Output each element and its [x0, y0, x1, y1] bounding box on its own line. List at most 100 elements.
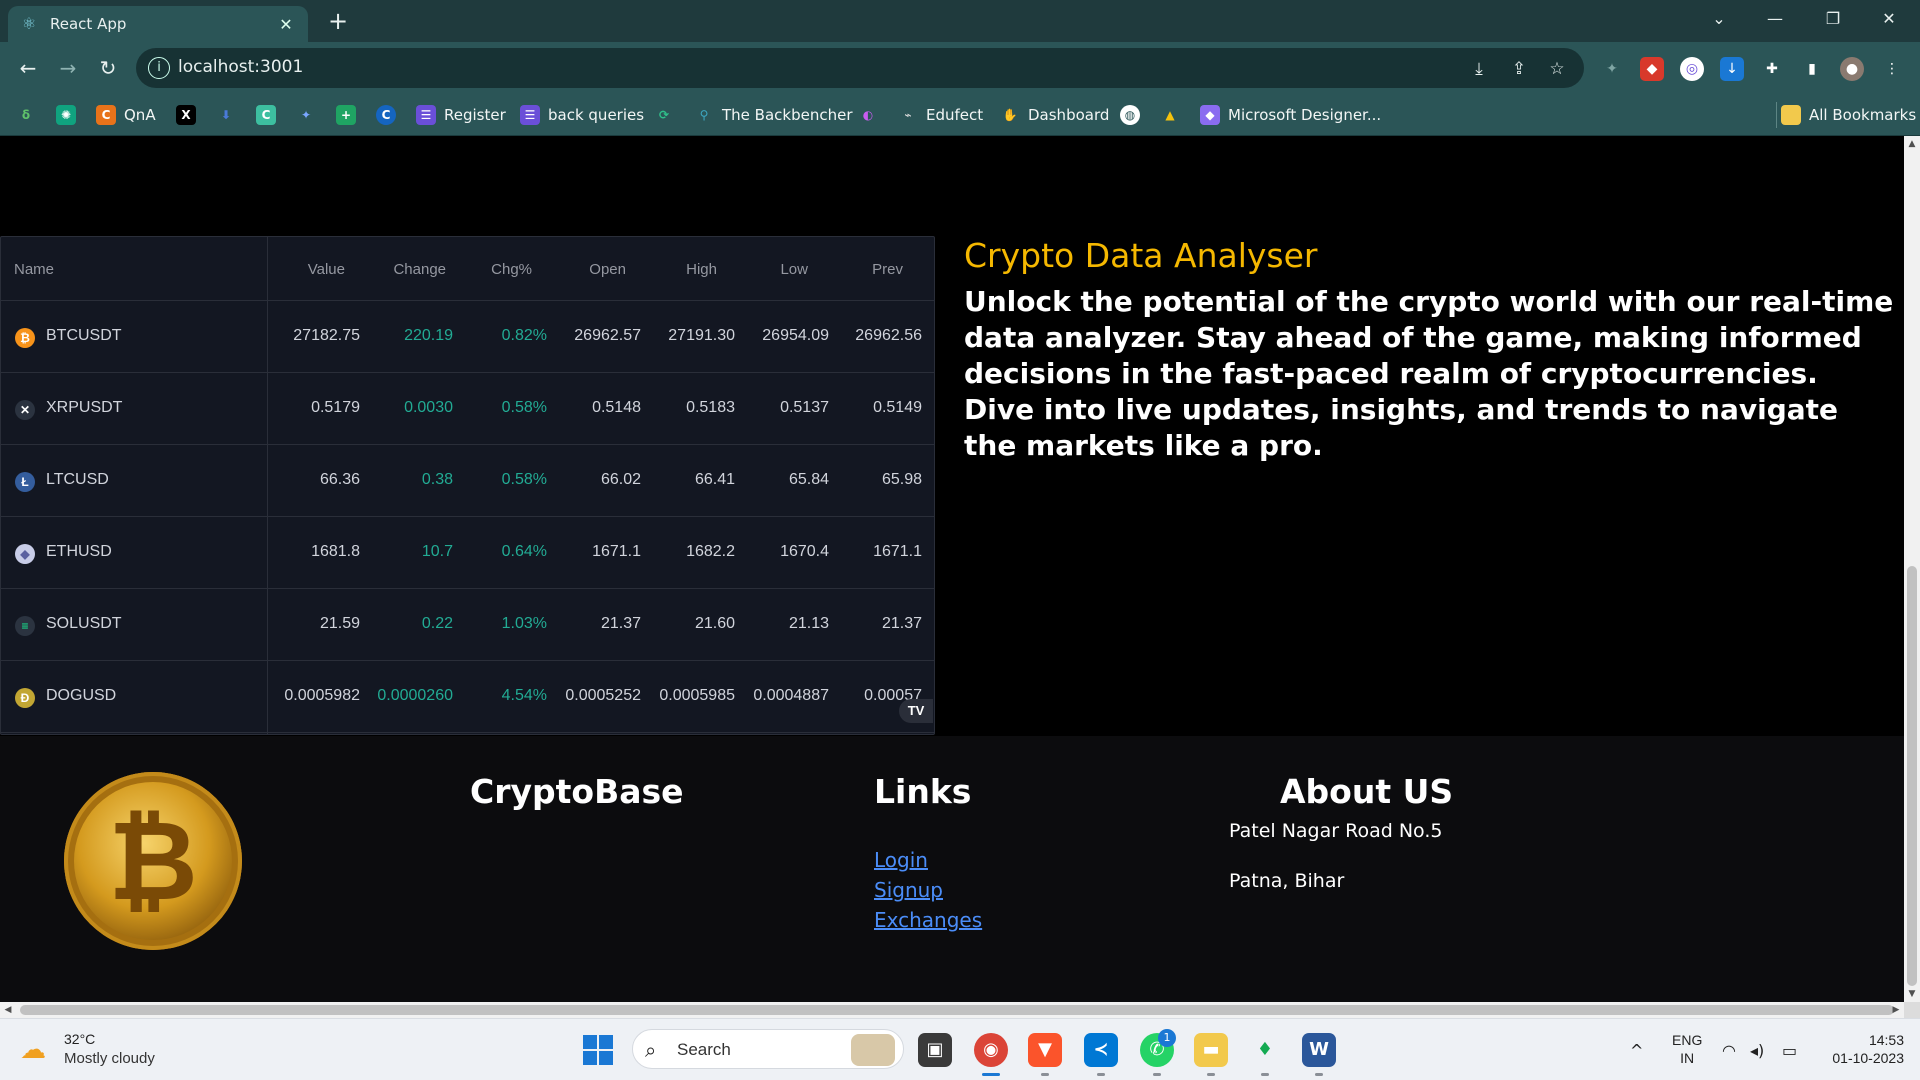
hand-icon: ✋ — [1002, 108, 1018, 122]
weather-temperature[interactable]: 32°C — [64, 1031, 95, 1047]
scroll-left-icon[interactable]: ◀ — [0, 1002, 16, 1018]
arrow-down-icon: ⬇ — [220, 108, 232, 122]
bookmark-icon-only[interactable]: ⬇ — [216, 102, 236, 128]
table-row[interactable]: ✕ XRPUSDT 0.5179 0.0030 0.58% 0.5148 0.5… — [1, 373, 934, 445]
forward-icon[interactable]: → — [52, 52, 84, 84]
bookmark-qna[interactable]: C QnA — [96, 102, 156, 128]
restore-icon[interactable]: ❐ — [1806, 0, 1860, 40]
signup-link[interactable]: Signup — [874, 878, 943, 902]
mongodb-icon[interactable]: ♦ — [1248, 1033, 1282, 1067]
extensions-icon[interactable]: ✚ — [1760, 57, 1784, 81]
footer-about-heading: About US — [1280, 772, 1454, 811]
install-app-icon[interactable]: ⤓ — [1468, 58, 1490, 80]
symbol[interactable]: XRPUSDT — [46, 399, 122, 417]
url-text[interactable]: localhost:3001 — [178, 57, 303, 77]
tab-close-icon[interactable]: ✕ — [276, 15, 296, 34]
bookmark-icon-only[interactable]: + — [336, 102, 356, 128]
bookmark-register[interactable]: ☰ Register — [416, 102, 506, 128]
menu-kebab-icon[interactable]: ⋮ — [1880, 57, 1904, 81]
vertical-scroll-thumb[interactable] — [1907, 566, 1917, 986]
bookmark-icon-only[interactable]: ◐ — [858, 102, 878, 128]
symbol[interactable]: DOGUSD — [46, 687, 116, 705]
bookmark-icon-only[interactable]: ⟳ — [654, 102, 674, 128]
reload-icon[interactable]: ↻ — [92, 52, 124, 84]
extension-download-icon[interactable]: ↓ — [1720, 57, 1744, 81]
vertical-scrollbar[interactable]: ▲ ▼ — [1904, 136, 1920, 1002]
address-bar[interactable]: i localhost:3001 ⤓ ⇪ ☆ — [136, 48, 1584, 88]
word-icon[interactable]: W — [1302, 1033, 1336, 1067]
side-panel-icon[interactable]: ▮ — [1800, 57, 1824, 81]
extension-red-icon[interactable]: ◆ — [1640, 57, 1664, 81]
bookmark-backbencher[interactable]: ⚲ The Backbencher — [694, 102, 853, 128]
weather-cloud-icon[interactable]: ☁ — [20, 1035, 56, 1065]
running-indicator — [1261, 1073, 1269, 1076]
form-icon: ☰ — [416, 105, 436, 125]
language-indicator[interactable]: ENG IN — [1672, 1031, 1702, 1067]
task-view-icon[interactable]: ▣ — [918, 1033, 952, 1067]
show-hidden-icons-chevron-icon[interactable]: ^ — [1630, 1041, 1643, 1060]
column-header-low: Low — [780, 261, 808, 278]
back-icon[interactable]: ← — [12, 52, 44, 84]
bookmark-back-queries[interactable]: ☰ back queries — [520, 102, 644, 128]
bookmark-icon-only[interactable]: C — [256, 102, 276, 128]
table-row[interactable]: ₿ BTCUSDT 27182.75 220.19 0.82% 26962.57… — [1, 301, 934, 373]
change-percent: 0.58% — [501, 471, 547, 488]
bookmark-star-icon[interactable]: ☆ — [1546, 58, 1568, 80]
form-icon: ☰ — [520, 105, 540, 125]
running-indicator — [1153, 1073, 1161, 1076]
all-bookmarks[interactable]: All Bookmarks — [1776, 102, 1916, 128]
taskbar-search[interactable]: ⌕ Search — [632, 1029, 904, 1069]
horizontal-scrollbar[interactable]: ◀ ▶ — [0, 1002, 1904, 1018]
volume-icon[interactable]: ◂) — [1750, 1041, 1764, 1060]
file-explorer-icon[interactable]: ▬ — [1194, 1033, 1228, 1067]
bookmark-dashboard[interactable]: ✋ Dashboard — [1000, 102, 1110, 128]
value: 0.0005982 — [284, 687, 360, 704]
scroll-up-icon[interactable]: ▲ — [1904, 136, 1920, 152]
bookmark-edufect[interactable]: ⌁ Edufect — [898, 102, 983, 128]
low: 0.5137 — [780, 399, 829, 416]
windows-start-icon[interactable] — [583, 1035, 613, 1065]
bookmark-icon-only[interactable]: ✦ — [296, 102, 316, 128]
symbol[interactable]: ETHUSD — [46, 543, 112, 561]
bookmark-icon-only[interactable]: X — [176, 102, 196, 128]
table-row[interactable]: ≡ SOLUSDT 21.59 0.22 1.03% 21.37 21.60 2… — [1, 589, 934, 661]
tab-search-icon[interactable]: ⌄ — [1692, 0, 1746, 40]
profile-avatar[interactable]: ● — [1840, 57, 1864, 81]
symbol[interactable]: SOLUSDT — [46, 615, 122, 633]
table-row[interactable]: Ð DOGUSD 0.0005982 0.0000260 4.54% 0.000… — [1, 661, 934, 733]
wifi-icon[interactable]: ◠ — [1722, 1041, 1736, 1060]
chrome-icon[interactable]: ◉ — [974, 1033, 1008, 1067]
bookmark-icon-only[interactable]: C — [376, 102, 396, 128]
extension-puzzle-icon[interactable]: ✦ — [1600, 57, 1624, 81]
close-window-icon[interactable]: ✕ — [1862, 0, 1916, 40]
bookmark-icon-only[interactable]: ✺ — [56, 102, 76, 128]
login-link[interactable]: Login — [874, 848, 928, 872]
bookmark-icon-only[interactable]: ◍ — [1120, 102, 1140, 128]
horizontal-scroll-thumb[interactable] — [20, 1005, 1894, 1015]
vscode-icon[interactable]: ≺ — [1084, 1033, 1118, 1067]
table-row[interactable]: Ł LTCUSD 66.36 0.38 0.58% 66.02 66.41 65… — [1, 445, 934, 517]
system-clock[interactable]: 14:53 01-10-2023 — [1820, 1031, 1904, 1067]
tradingview-logo-icon[interactable]: TV — [899, 699, 933, 723]
bitcoin-symbol-icon: ₿ — [108, 797, 198, 925]
table-row[interactable]: ◆ ETHUSD 1681.8 10.7 0.64% 1671.1 1682.2… — [1, 517, 934, 589]
scroll-right-icon[interactable]: ▶ — [1888, 1002, 1904, 1018]
weather-status[interactable]: Mostly cloudy — [64, 1050, 155, 1067]
extension-circle-icon[interactable]: ◎ — [1680, 57, 1704, 81]
brave-icon[interactable]: ▼ — [1028, 1033, 1062, 1067]
scroll-down-icon[interactable]: ▼ — [1904, 986, 1920, 1002]
symbol[interactable]: BTCUSDT — [46, 327, 122, 345]
bookmark-icon-only[interactable]: ▲ — [1160, 102, 1180, 128]
high: 21.60 — [694, 615, 735, 632]
exchanges-link[interactable]: Exchanges — [874, 908, 982, 932]
site-info-icon[interactable]: i — [148, 57, 170, 79]
share-icon[interactable]: ⇪ — [1508, 58, 1530, 80]
bookmark-icon-only[interactable]: ẟ — [16, 102, 36, 128]
battery-icon[interactable]: ▭ — [1782, 1041, 1797, 1060]
hero-description: Unlock the potential of the crypto world… — [964, 285, 1894, 462]
bookmark-designer[interactable]: ◆ Microsoft Designer... — [1200, 102, 1381, 128]
new-tab-button[interactable]: + — [320, 6, 356, 38]
browser-tab[interactable]: ⚛ React App ✕ — [8, 6, 308, 42]
minimize-icon[interactable]: — — [1748, 0, 1802, 40]
symbol[interactable]: LTCUSD — [46, 471, 109, 489]
